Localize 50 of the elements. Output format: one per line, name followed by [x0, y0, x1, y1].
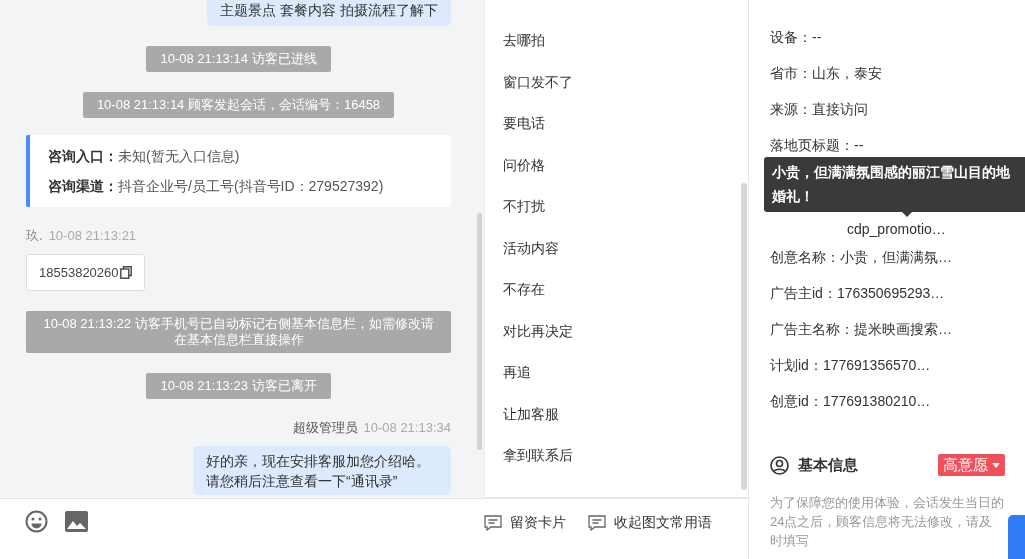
tooltip-arrow-icon: [902, 212, 912, 217]
quick-phrase[interactable]: 拿到联系后: [485, 435, 573, 477]
action-button[interactable]: 收起图文常用语: [588, 514, 712, 532]
entry-info-line: 咨询入口：未知(暂无入口信息): [48, 147, 241, 166]
message-icon: [484, 514, 502, 532]
intent-dropdown[interactable]: 高意愿: [938, 454, 1005, 476]
source-info-row-text: 设备：--: [770, 28, 822, 47]
entry-info-line: 咨询渠道：抖音企业号/员工号(抖音号ID：279527392): [48, 177, 385, 196]
source-info-row-text: 创意id：177691380210…: [770, 392, 931, 411]
quick-phrase[interactable]: 要电话: [485, 103, 545, 145]
copy-icon[interactable]: [119, 266, 132, 279]
image-icon[interactable]: [65, 510, 88, 532]
info-note: 为了保障您的使用体验，会话发生当日的24点之后，顾客信息将无法修改，请及时填写: [770, 494, 1005, 550]
quick-phrase[interactable]: 不存在: [485, 269, 545, 311]
source-info-row-text: 落地页标题：--: [770, 136, 864, 155]
quick-phrase[interactable]: 再追: [485, 352, 531, 394]
sender-name: 超级管理员: [292, 419, 358, 437]
quick-phrase[interactable]: 去哪拍: [485, 20, 545, 62]
phone-number: 18553820260: [39, 265, 119, 280]
section-title: 基本信息: [798, 455, 859, 475]
quick-phrase[interactable]: 对比再决定: [485, 310, 573, 352]
system-notice: 10-08 21:13:22 访客手机号已自动标记右侧基本信息栏，如需修改请在基本信息栏直接操作: [26, 311, 451, 353]
source-info-row-text: 广告主名称：提米映画搜索…: [770, 320, 952, 339]
source-info-row-text: 来源：直接访问: [770, 100, 868, 119]
source-info-row-text: 省市：山东，泰安: [770, 64, 882, 83]
quick-phrase[interactable]: 不打扰: [485, 186, 545, 228]
source-info-row-text: 计划id：177691356570…: [770, 356, 931, 375]
sender-name: 玖.: [26, 227, 43, 245]
message-icon: [588, 514, 606, 532]
source-info-row-text: cdp_promotio…: [847, 220, 946, 239]
scrollbar[interactable]: [477, 213, 482, 450]
action-button[interactable]: 留资卡片: [484, 514, 566, 532]
message-time: 10-08 21:13:21: [48, 227, 137, 245]
caret-icon: [992, 462, 1000, 468]
quick-phrase[interactable]: 窗口发不了: [485, 61, 573, 103]
system-notice: 10-08 21:13:14 顾客发起会话，会话编号：16458: [82, 92, 395, 118]
system-notice: 10-08 21:13:14 访客已进线: [146, 46, 331, 72]
scrollbar[interactable]: [741, 183, 747, 490]
source-info-row-text: 创意名称：小贵，但满满氛…: [770, 248, 952, 267]
quick-phrase[interactable]: 问价格: [485, 144, 545, 186]
user-circle-icon: [770, 455, 789, 475]
source-info-row-text: 广告主id：176350695293…: [770, 284, 945, 303]
tooltip: 小贵，但满满氛围感的丽江雪山目的地婚礼！: [764, 157, 1025, 212]
message-time: 10-08 21:13:34: [363, 419, 451, 437]
quick-phrase[interactable]: 活动内容: [485, 227, 559, 269]
quick-phrase[interactable]: 让加客服: [485, 393, 559, 435]
message-bubble: 主题景点 套餐内容 拍摄流程了解下: [207, 0, 451, 26]
message-bubble: 好的亲，现在安排客服加您介绍哈。请您稍后注意查看一下“通讯录”: [193, 446, 451, 495]
system-notice: 10-08 21:13:23 访客已离开: [146, 373, 331, 399]
emoji-icon[interactable]: [25, 509, 48, 533]
